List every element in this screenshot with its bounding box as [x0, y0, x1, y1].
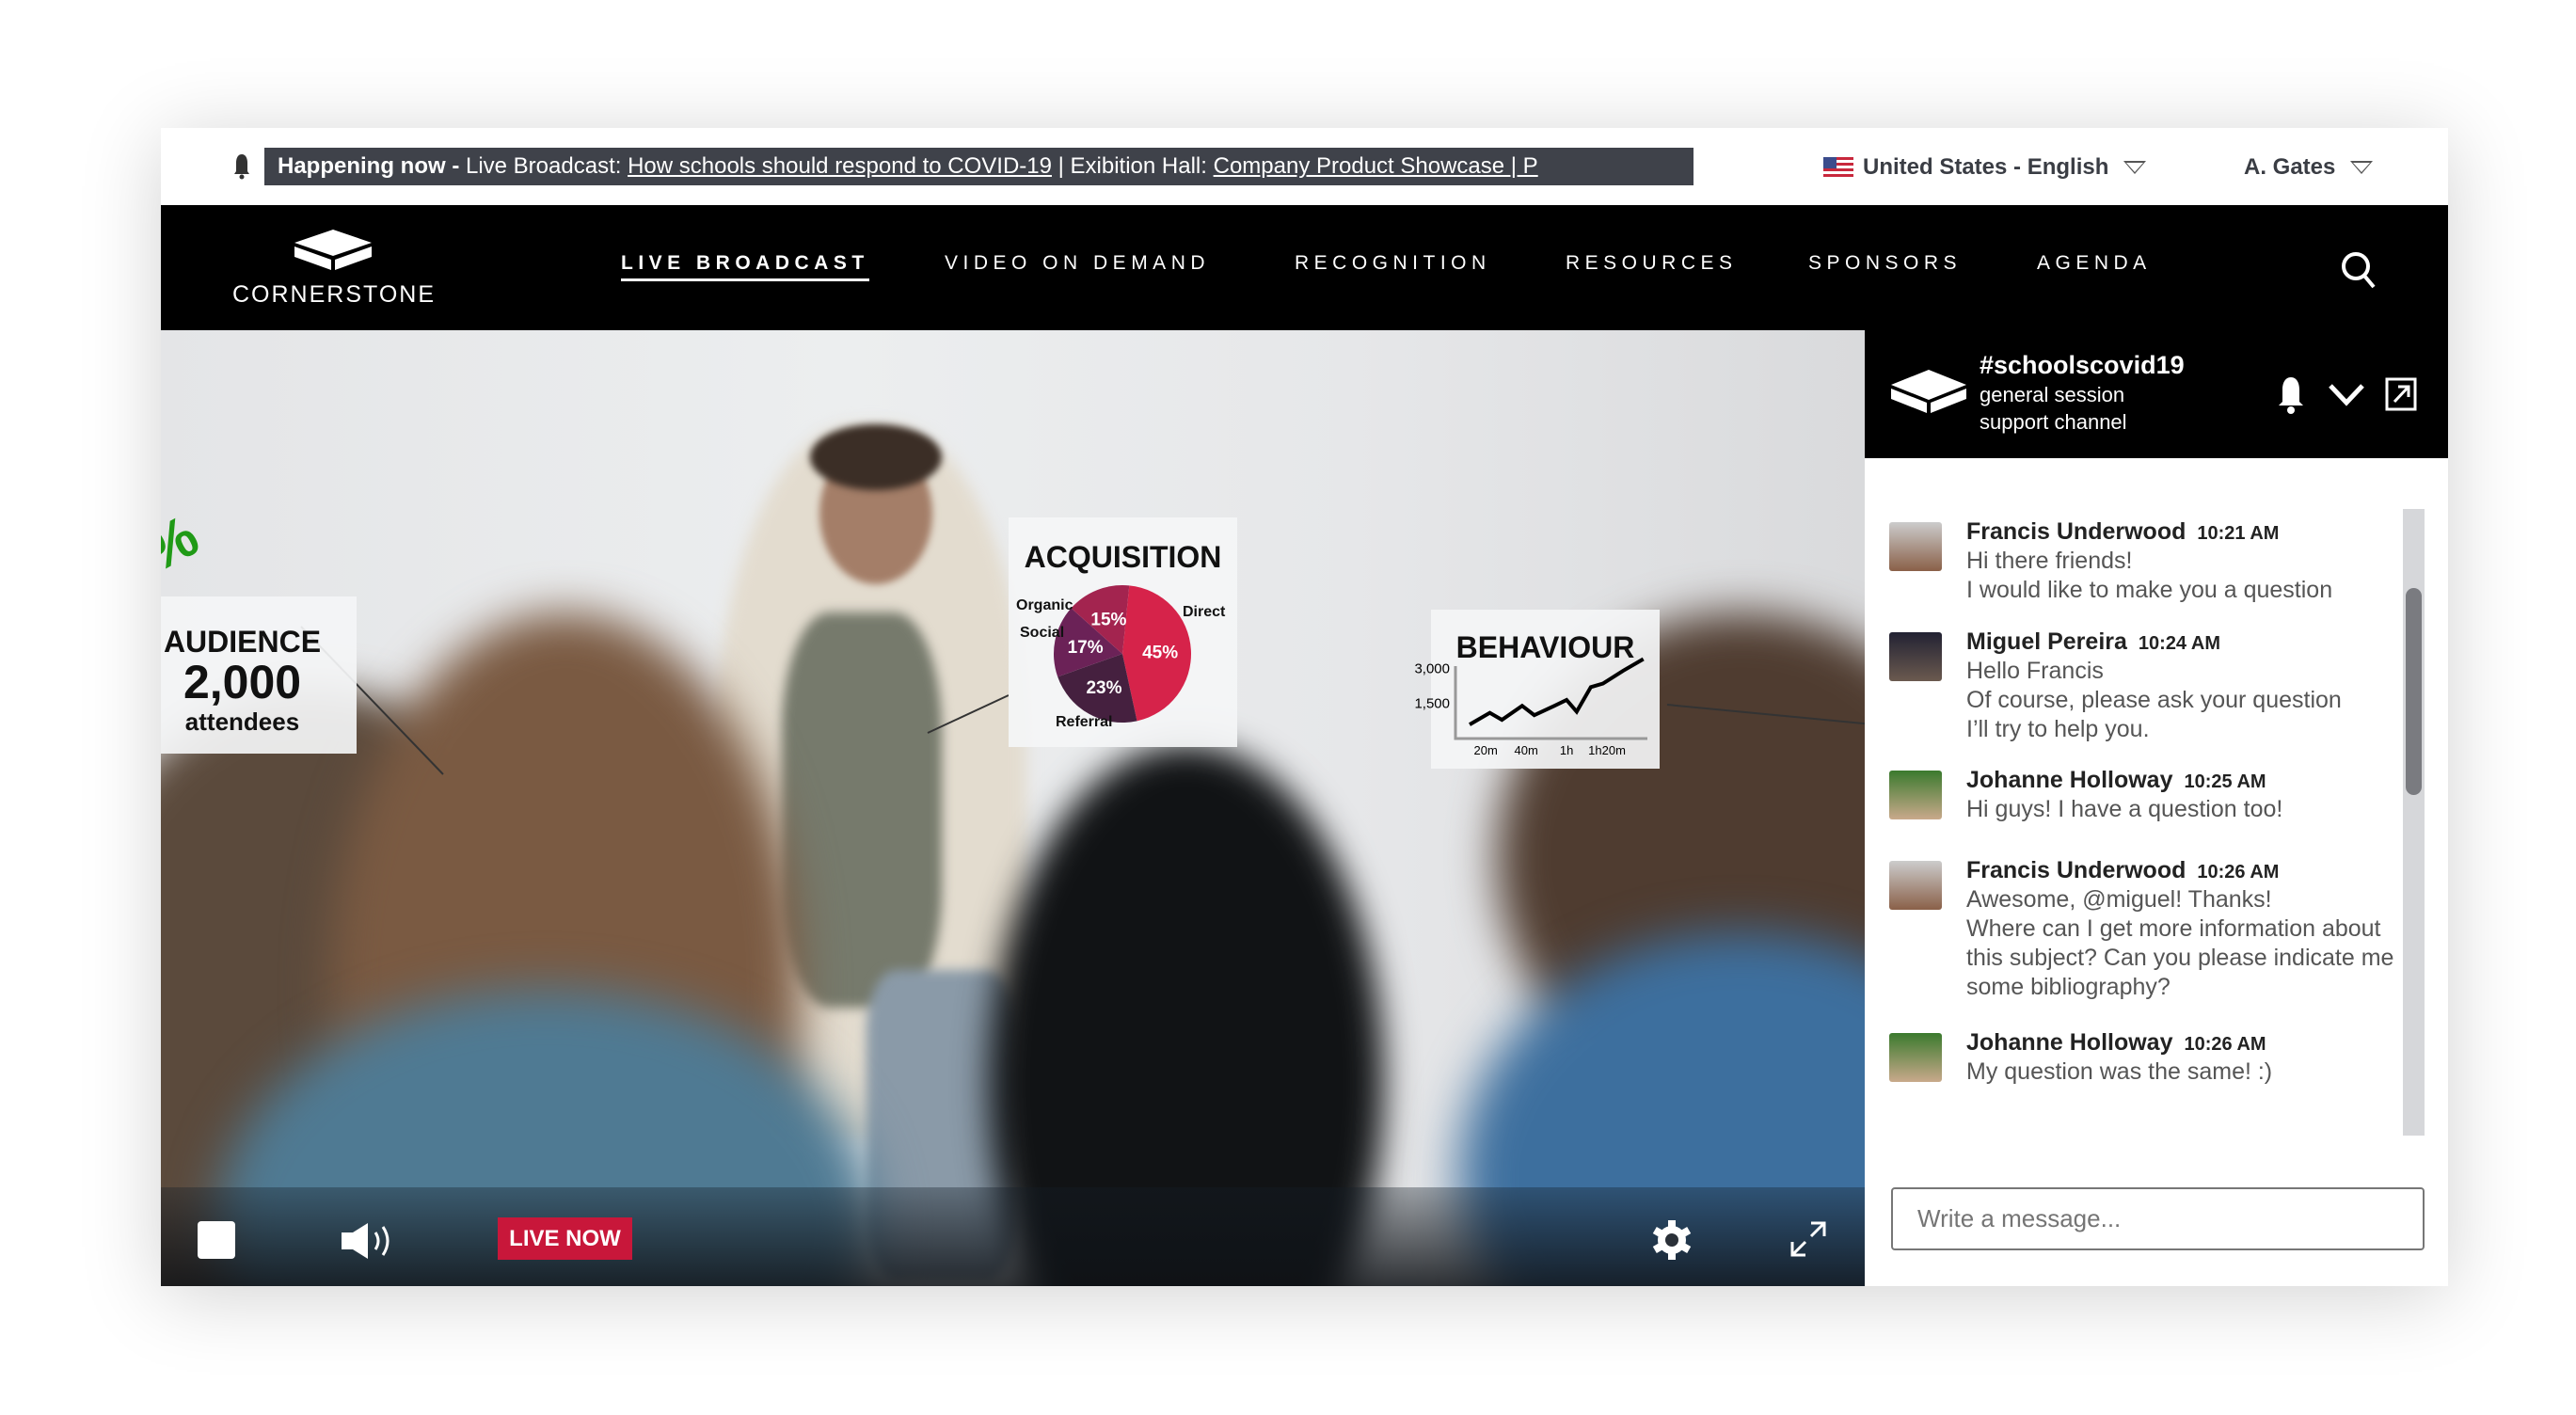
audience-card: AUDIENCE 2,000 attendees [161, 596, 357, 754]
message-text: Hello Francis Of course, please ask your… [1966, 658, 2342, 742]
x-tick-label: 20m [1474, 743, 1498, 757]
chart-axes [1454, 666, 1647, 740]
y-tick-label: 3,000 [1414, 660, 1450, 676]
happening-now-banner: Happening now - Live Broadcast: How scho… [264, 148, 1693, 185]
chevron-down-icon[interactable] [2328, 383, 2365, 407]
search-icon[interactable] [2340, 250, 2377, 290]
x-tick-label: 1h [1560, 743, 1573, 757]
channel-subtitle-2: support channel [1980, 410, 2127, 434]
message-author[interactable]: Francis Underwood 10:21 AM [1966, 518, 2279, 546]
brand-name[interactable]: CORNERSTONE [232, 281, 436, 309]
message-time: 10:21 AM [2197, 523, 2280, 544]
behaviour-card: BEHAVIOUR 3,000 1,500 20m 40m 1h 1h20m [1414, 610, 1660, 769]
message-time: 10:26 AM [2197, 862, 2280, 882]
channel-logo-icon [1891, 370, 1966, 413]
message-author[interactable]: Francis Underwood 10:26 AM [1966, 857, 2279, 884]
scrollbar-thumb[interactable] [2406, 588, 2422, 795]
message-time: 10:25 AM [2184, 771, 2266, 792]
hall-link[interactable]: Company Product Showcase | P [1214, 153, 1538, 179]
nav-resources[interactable]: RESOURCES [1566, 252, 1738, 275]
language-label: United States - English [1863, 154, 2109, 180]
app-window: Happening now - Live Broadcast: How scho… [161, 128, 2448, 1286]
nav-video-on-demand[interactable]: VIDEO ON DEMAND [945, 252, 1210, 275]
nav-live-broadcast[interactable]: LIVE BROADCAST [621, 252, 869, 281]
pie-value-label: 15% [1090, 611, 1126, 630]
user-name: A. Gates [2244, 154, 2336, 180]
x-tick-label: 40m [1515, 743, 1538, 757]
user-menu[interactable]: A. Gates [2244, 149, 2374, 186]
message-author[interactable]: Johanne Holloway 10:26 AM [1966, 1029, 2266, 1057]
avatar[interactable] [1889, 771, 1942, 819]
chevron-down-icon [2123, 161, 2147, 174]
behaviour-series-line [1469, 657, 1645, 726]
pie-value-label: 17% [1068, 638, 1104, 658]
message-text: My question was the same! :) [1966, 1058, 2273, 1085]
main-nav: CORNERSTONE LIVE BROADCAST VIDEO ON DEMA… [161, 205, 2448, 330]
fullscreen-icon[interactable] [1789, 1219, 1828, 1259]
message-author[interactable]: Johanne Holloway 10:25 AM [1966, 767, 2266, 794]
audience-value: 2,000 [183, 656, 302, 708]
language-selector[interactable]: United States - English [1823, 149, 2147, 186]
bell-icon[interactable] [232, 152, 251, 181]
pie-category-label: Social [1020, 625, 1064, 641]
pie-value-label: 45% [1142, 644, 1178, 663]
chat-panel: #schoolscovid19 general session support … [1865, 330, 2448, 1286]
message-time: 10:24 AM [2138, 633, 2220, 654]
connector-lines [300, 626, 1865, 775]
message-author[interactable]: Miguel Pereira 10:24 AM [1966, 628, 2220, 656]
message-text: Hi guys! I have a question too! [1966, 796, 2283, 822]
chat-header: #schoolscovid19 general session support … [1865, 330, 2448, 458]
pie-category-label: Organic [1016, 597, 1073, 613]
message-text: Hi there friends! I would like to make y… [1966, 548, 2333, 603]
cornerstone-logo-icon[interactable] [293, 228, 374, 271]
acquisition-pie-chart: 45% Direct 23% Referral 17%Social 15% Organic [1016, 585, 1226, 730]
acquisition-card: ACQUISITION 45% Direct 23% Referral 17% Socia… [1009, 517, 1237, 747]
pie-category-label: Referral [1056, 714, 1112, 730]
avatar[interactable] [1889, 632, 1942, 681]
notification-bell-icon[interactable] [2277, 375, 2305, 415]
message-text: Awesome, @miguel! Thanks! Where can I ge… [1966, 886, 2394, 1000]
message-input[interactable] [1891, 1187, 2425, 1250]
message-time: 10:26 AM [2184, 1034, 2266, 1055]
broadcast-link[interactable]: How schools should respond to COVID-19 [628, 153, 1052, 179]
volume-icon[interactable] [340, 1221, 402, 1261]
audience-unit: attendees [184, 708, 300, 736]
avatar[interactable] [1889, 522, 1942, 571]
stop-button[interactable] [198, 1221, 235, 1259]
nav-sponsors[interactable]: SPONSORS [1808, 252, 1962, 275]
nav-agenda[interactable]: AGENDA [2037, 252, 2152, 275]
behaviour-line-chart: 3,000 1,500 20m 40m 1h 1h20m [1414, 657, 1647, 757]
y-tick-label: 1,500 [1414, 696, 1450, 712]
pie-value-label: 23% [1086, 678, 1121, 698]
chevron-down-icon [2350, 161, 2374, 174]
settings-gear-icon[interactable] [1651, 1219, 1693, 1261]
pie-category-label: Direct [1183, 604, 1226, 620]
video-player[interactable]: AUDIENCE 2,000 attendees +34% ACQUISITIO… [161, 330, 1865, 1286]
top-bar: Happening now - Live Broadcast: How scho… [161, 128, 2448, 205]
player-controls: LIVE NOW [161, 1187, 1865, 1286]
chat-scrollbar[interactable] [2403, 509, 2425, 1136]
happening-label: Happening now - [278, 153, 460, 179]
hall-prefix: | Exibition Hall: [1051, 153, 1214, 179]
us-flag-icon [1823, 157, 1853, 178]
channel-subtitle-1: general session [1980, 383, 2125, 406]
channel-name: #schoolscovid19 [1980, 351, 2185, 379]
nav-recognition[interactable]: RECOGNITION [1295, 252, 1491, 275]
broadcast-prefix: Live Broadcast: [459, 153, 628, 179]
popout-icon[interactable] [2385, 377, 2417, 411]
x-tick-label: 1h20m [1588, 743, 1626, 757]
avatar[interactable] [1889, 1033, 1942, 1082]
live-now-badge: LIVE NOW [498, 1217, 632, 1260]
avatar[interactable] [1889, 861, 1942, 910]
